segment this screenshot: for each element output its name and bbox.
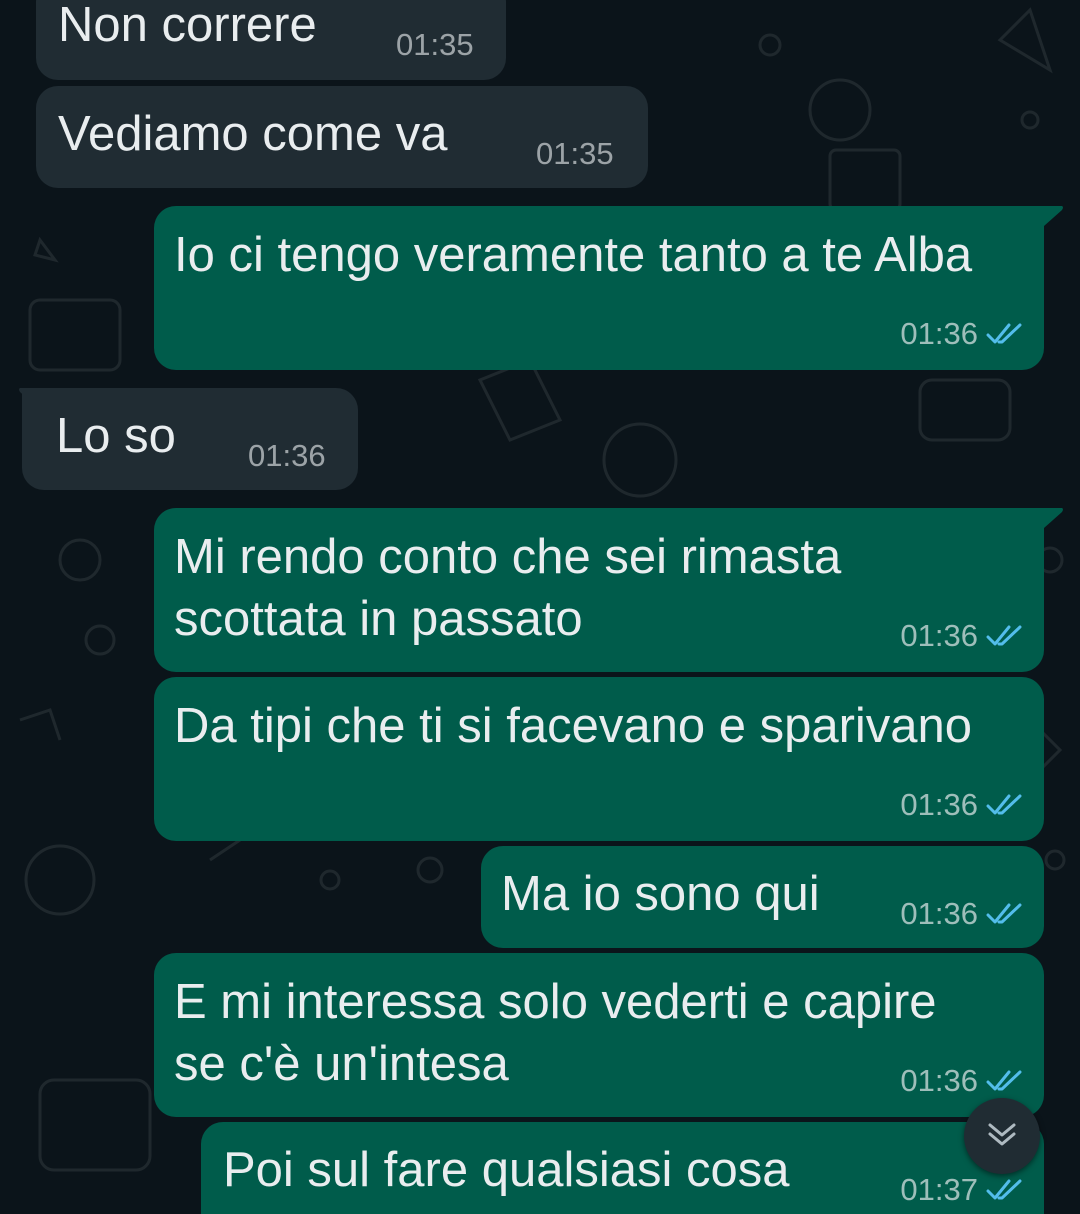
message-time: 01:36 (900, 787, 978, 822)
message-text: Non correre (58, 0, 317, 52)
message-time: 01:35 (396, 27, 474, 62)
message-meta: 01:35 (396, 27, 474, 63)
message-list[interactable]: Non correre 01:35 Vediamo come va 01:35 … (0, 0, 1080, 1214)
message-meta: 01:36 (248, 438, 326, 474)
message-text: Mi rendo conto che sei rimasta scottata … (174, 530, 842, 646)
message-text: Vediamo come va (58, 107, 448, 161)
message-meta: 01:36 (900, 618, 1024, 654)
message-bubble-incoming[interactable]: Non correre 01:35 (36, 0, 506, 80)
message-text: Ma io sono qui (501, 867, 820, 921)
message-meta: 01:36 (900, 787, 1024, 823)
message-bubble-outgoing[interactable]: Mi rendo conto che sei rimasta scottata … (154, 508, 1044, 672)
message-bubble-incoming[interactable]: Vediamo come va 01:35 (36, 86, 648, 188)
message-bubble-outgoing[interactable]: Da tipi che ti si facevano e sparivano 0… (154, 677, 1044, 841)
bubble-tail (1040, 508, 1063, 528)
bubble-tail (1040, 206, 1063, 226)
message-text: Poi sul fare qualsiasi cosa (223, 1143, 790, 1197)
double-check-icon (986, 322, 1024, 346)
message-time: 01:35 (536, 136, 614, 171)
message-time: 01:36 (900, 618, 978, 653)
message-bubble-outgoing[interactable]: E mi interessa solo vederti e capire se … (154, 953, 1044, 1117)
message-time: 01:36 (900, 1063, 978, 1098)
message-time: 01:36 (248, 438, 326, 473)
message-time: 01:37 (900, 1172, 978, 1207)
message-meta: 01:36 (900, 1063, 1024, 1099)
double-check-icon (986, 624, 1024, 648)
message-bubble-outgoing[interactable]: Ma io sono qui 01:36 (481, 846, 1044, 948)
bubble-tail (19, 388, 42, 408)
message-bubble-incoming[interactable]: Lo so 01:36 (22, 388, 358, 490)
message-text: E mi interessa solo vederti e capire se … (174, 975, 937, 1091)
message-bubble-outgoing[interactable]: Poi sul fare qualsiasi cosa 01:37 (201, 1122, 1044, 1214)
message-meta: 01:36 (900, 896, 1024, 932)
message-bubble-outgoing[interactable]: Io ci tengo veramente tanto a te Alba 01… (154, 206, 1044, 370)
message-text: Io ci tengo veramente tanto a te Alba (174, 228, 973, 282)
chevron-double-down-icon (984, 1119, 1020, 1154)
double-check-icon (986, 1069, 1024, 1093)
message-meta: 01:35 (536, 136, 614, 172)
message-text: Da tipi che ti si facevano e sparivano (174, 699, 973, 753)
message-meta: 01:37 (900, 1172, 1024, 1208)
double-check-icon (986, 793, 1024, 817)
message-time: 01:36 (900, 316, 978, 351)
double-check-icon (986, 902, 1024, 926)
message-time: 01:36 (900, 896, 978, 931)
message-text: Lo so (56, 409, 176, 463)
message-meta: 01:36 (900, 316, 1024, 352)
double-check-icon (986, 1178, 1024, 1202)
scroll-to-bottom-button[interactable] (964, 1098, 1040, 1174)
